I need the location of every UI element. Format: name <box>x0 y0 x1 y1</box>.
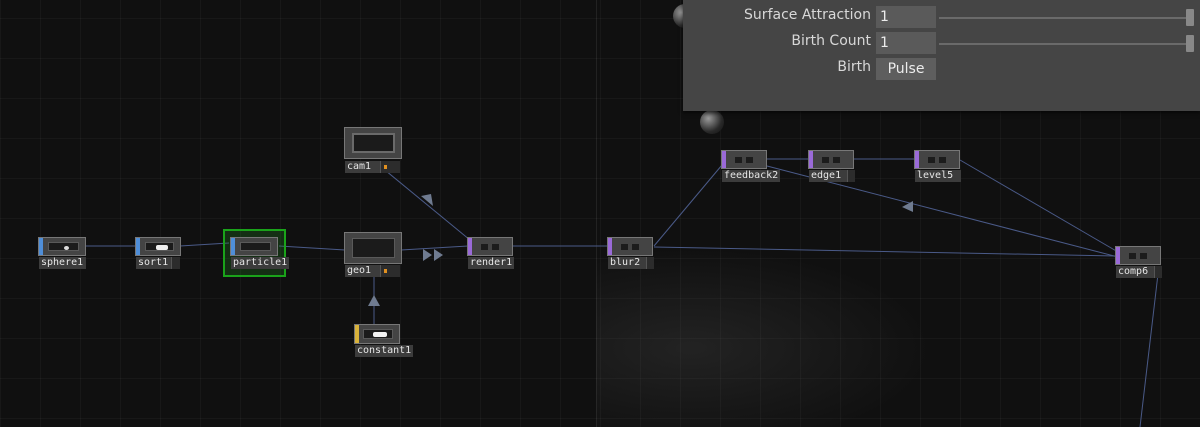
node-viewer <box>352 238 395 258</box>
sphere-preview-dot <box>64 246 69 250</box>
node-family-strip <box>39 238 43 255</box>
param-label: Surface Attraction <box>744 7 871 23</box>
node-label[interactable]: sort1 <box>136 257 171 269</box>
node-edge1-tile[interactable] <box>808 150 854 169</box>
node-preview-block <box>822 156 829 163</box>
node-sort1[interactable]: sort1 <box>135 237 181 270</box>
node-label[interactable]: comp6 <box>1116 266 1154 278</box>
node-render1-tile[interactable] <box>467 237 513 256</box>
flow-arrow-constant1 <box>368 295 380 306</box>
node-family-strip <box>608 238 612 255</box>
node-particle1[interactable]: particle1 <box>230 237 290 270</box>
node-viewer <box>145 242 174 251</box>
param-label: Birth <box>837 59 871 75</box>
wire-sort1-particle1 <box>179 242 230 247</box>
node-geo1[interactable]: geo1 <box>344 232 402 277</box>
node-cam1[interactable]: cam1 <box>344 127 402 173</box>
param-row-surface-attraction: Surface Attraction 1 <box>683 4 1200 28</box>
node-family-strip <box>722 151 726 168</box>
surface-attraction-slider-thumb[interactable] <box>1186 9 1194 26</box>
node-label[interactable]: constant1 <box>355 345 414 357</box>
node-family-strip <box>1116 247 1120 264</box>
wire-comp6-out <box>1139 273 1159 427</box>
node-comp6-tile[interactable] <box>1115 246 1161 265</box>
wire-level5-comp6 <box>959 159 1119 253</box>
node-flags[interactable] <box>847 170 855 182</box>
node-level5[interactable]: level5 <box>914 150 962 183</box>
surface-attraction-field[interactable]: 1 <box>876 6 936 28</box>
node-family-strip <box>231 238 235 255</box>
node-level5-tile[interactable] <box>914 150 960 169</box>
node-label[interactable]: cam1 <box>345 161 380 173</box>
parameter-panel: Surface Attraction 1 Birth Count 1 Birth… <box>683 0 1200 111</box>
node-preview-block <box>833 156 840 163</box>
node-preview-block <box>621 243 628 250</box>
node-flags[interactable] <box>380 265 400 277</box>
node-render1[interactable]: render1 <box>467 237 515 270</box>
node-constant1[interactable]: constant1 <box>354 324 420 358</box>
node-blur2-tile[interactable] <box>607 237 653 256</box>
node-label[interactable]: particle1 <box>231 257 290 269</box>
node-viewer <box>352 133 395 153</box>
wire-particle1-geo1 <box>278 245 346 251</box>
birth-count-slider-track[interactable] <box>939 43 1191 45</box>
node-label[interactable]: sphere1 <box>39 257 86 269</box>
node-cam1-tile[interactable] <box>344 127 402 159</box>
node-sphere1[interactable]: sphere1 <box>38 237 86 270</box>
birth-count-slider-thumb[interactable] <box>1186 35 1194 52</box>
node-preview-block <box>1140 252 1147 259</box>
wire-blur2-feedback2 <box>653 164 723 247</box>
param-label: Birth Count <box>791 33 871 49</box>
node-particle1-tile[interactable] <box>230 237 278 256</box>
node-preview-block <box>928 156 935 163</box>
node-preview-block <box>492 243 499 250</box>
node-label[interactable]: render1 <box>468 257 514 269</box>
node-blur2[interactable]: blur2 <box>607 237 655 270</box>
node-label[interactable]: feedback2 <box>722 170 781 182</box>
flag-marker <box>384 165 387 169</box>
node-family-strip <box>355 325 359 343</box>
node-constant1-tile[interactable] <box>354 324 400 344</box>
node-viewer <box>48 242 79 251</box>
surface-attraction-slider-track[interactable] <box>939 17 1191 19</box>
node-preview-block <box>939 156 946 163</box>
node-flags[interactable] <box>380 161 400 173</box>
node-comp6[interactable]: comp6 <box>1115 246 1163 279</box>
constant-preview-swatch <box>373 332 387 337</box>
node-preview-block <box>1129 252 1136 259</box>
node-sort1-tile[interactable] <box>135 237 181 256</box>
wire-cam1-render1 <box>379 165 471 241</box>
node-flags[interactable] <box>646 257 654 269</box>
birth-pulse-button[interactable]: Pulse <box>876 58 936 80</box>
node-viewer <box>240 242 271 251</box>
sort-preview-bar <box>156 245 168 250</box>
node-family-strip <box>136 238 140 255</box>
flag-marker <box>384 269 387 273</box>
node-preview-block <box>481 243 488 250</box>
node-label[interactable]: edge1 <box>809 170 847 182</box>
param-row-birth: Birth Pulse <box>683 56 1200 80</box>
param-row-birth-count: Birth Count 1 <box>683 30 1200 54</box>
node-family-strip <box>915 151 919 168</box>
node-flags[interactable] <box>171 257 180 269</box>
node-label[interactable]: blur2 <box>608 257 646 269</box>
node-edge1[interactable]: edge1 <box>808 150 856 183</box>
node-sphere1-tile[interactable] <box>38 237 86 256</box>
wire-blur2-comp6 <box>653 246 1117 257</box>
node-preview-block <box>735 156 742 163</box>
node-preview-block <box>632 243 639 250</box>
node-viewer <box>363 329 393 339</box>
flow-arrow-geo1a <box>423 249 432 261</box>
node-geo1-tile[interactable] <box>344 232 402 264</box>
node-family-strip <box>468 238 472 255</box>
node-family-strip <box>809 151 813 168</box>
node-feedback2-tile[interactable] <box>721 150 767 169</box>
flow-arrow-geo1b <box>434 249 443 261</box>
node-label[interactable]: geo1 <box>345 265 380 277</box>
node-feedback2[interactable]: feedback2 <box>721 150 789 183</box>
birth-count-field[interactable]: 1 <box>876 32 936 54</box>
node-preview-block <box>746 156 753 163</box>
node-label[interactable]: level5 <box>915 170 961 182</box>
node-flags[interactable] <box>1154 266 1162 278</box>
